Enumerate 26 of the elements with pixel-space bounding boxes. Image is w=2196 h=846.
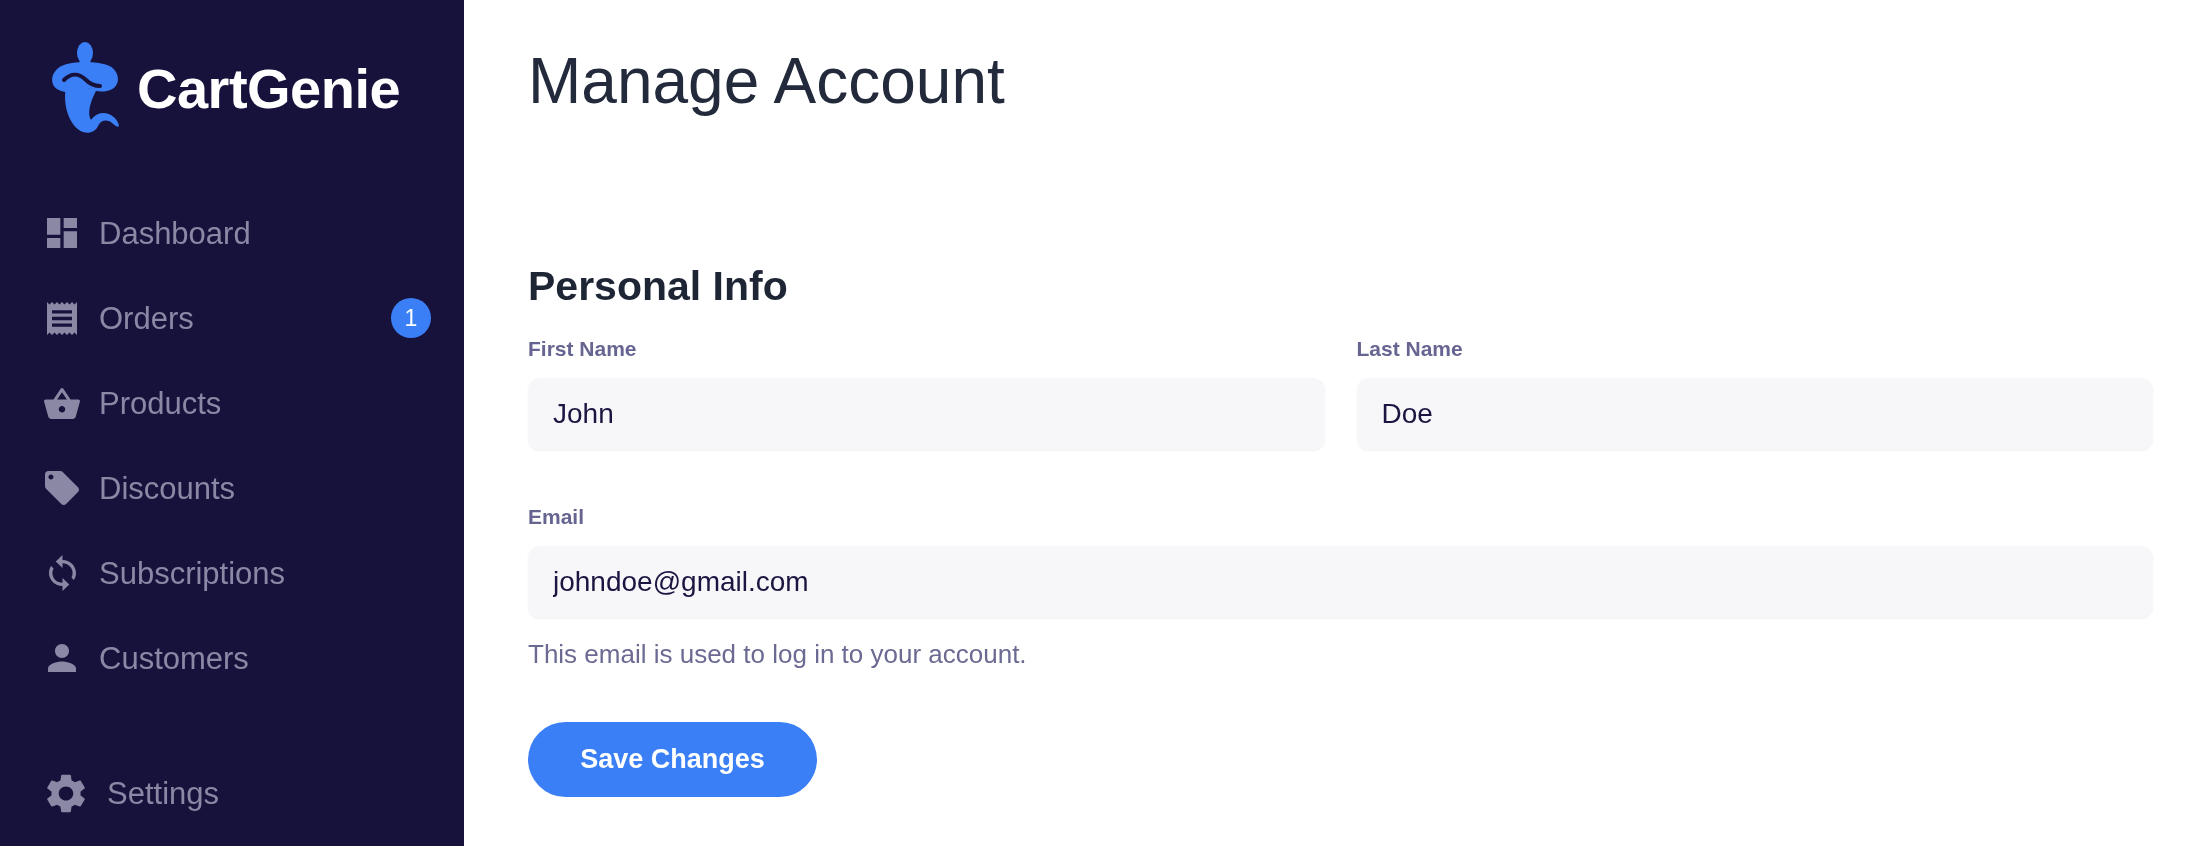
- refresh-icon: [48, 555, 76, 591]
- help-text: This email is used to log in to your account.: [528, 641, 1027, 667]
- nav-item[interactable]: Dashboard: [44, 209, 431, 257]
- nav-item[interactable]: Subscriptions: [44, 549, 431, 597]
- field-label: First Name: [528, 338, 637, 359]
- person-icon: [48, 644, 76, 672]
- basket-icon: [44, 387, 80, 419]
- field-label: Last Name: [1356, 338, 1463, 359]
- settings-icon: [47, 773, 85, 813]
- count-badge: 1: [391, 298, 431, 338]
- dashboard-icon: [47, 218, 77, 248]
- nav-item[interactable]: Orders 1: [44, 294, 431, 342]
- nav-item[interactable]: Discounts: [44, 464, 431, 512]
- input-field[interactable]: John: [528, 378, 1325, 450]
- field-label: Email: [528, 506, 585, 527]
- tag-icon: [45, 471, 79, 505]
- nav-item[interactable]: Customers: [44, 634, 431, 682]
- input-field[interactable]: Doe: [1356, 378, 2153, 450]
- logo-text: CartGenie: [137, 60, 401, 117]
- input-field[interactable]: johndoe@gmail.com: [528, 546, 2153, 618]
- save-button[interactable]: Save Changes: [528, 722, 817, 797]
- nav-item[interactable]: Products: [44, 379, 431, 427]
- nav-item[interactable]: Settings: [47, 769, 219, 817]
- section-title: Personal Info: [528, 266, 788, 307]
- genie-logo-icon: [50, 42, 120, 135]
- receipt-icon: [47, 301, 77, 335]
